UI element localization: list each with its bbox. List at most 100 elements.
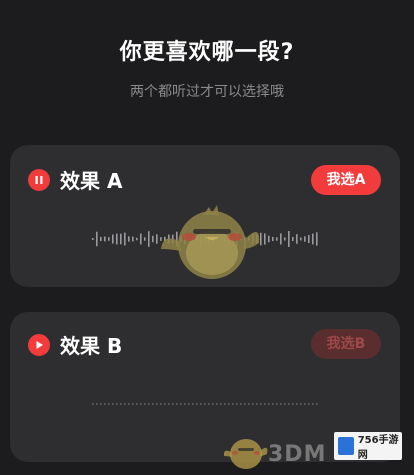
waveform-bar xyxy=(236,403,238,405)
waveform-bar xyxy=(140,233,142,245)
waveform-bar xyxy=(180,403,182,405)
waveform-bar xyxy=(244,403,246,405)
watermark-text: 3DM xyxy=(268,442,327,467)
waveform-bar xyxy=(312,233,314,245)
waveform-bar xyxy=(232,403,234,405)
waveform-bar xyxy=(132,236,134,242)
waveform-bar xyxy=(216,403,218,405)
waveform-bar xyxy=(196,403,198,405)
duck-logo-icon xyxy=(223,439,268,469)
waveform-bar xyxy=(120,233,122,245)
waveform-bar xyxy=(128,236,130,242)
waveform-bar xyxy=(304,236,306,242)
waveform-bar xyxy=(172,403,174,405)
waveform-bar xyxy=(284,403,286,405)
waveform-bar xyxy=(252,403,254,405)
option-label-a: 效果 A xyxy=(60,169,123,193)
waveform-bar xyxy=(104,236,106,242)
waveform-bar xyxy=(284,237,286,241)
waveform-bar xyxy=(268,403,270,405)
waveform-bar xyxy=(128,403,130,405)
waveform-bar xyxy=(312,403,314,405)
waveform-bar xyxy=(220,403,222,405)
waveform-bar xyxy=(292,236,294,242)
page-title: 你更喜欢哪一段? xyxy=(119,40,295,65)
waveform-bar xyxy=(108,237,110,241)
waveform-bar xyxy=(300,237,302,241)
waveform-bar xyxy=(228,403,230,405)
waveform-bar xyxy=(160,403,162,405)
choose-a-button[interactable]: 我选A xyxy=(311,165,381,195)
waveform-bar xyxy=(248,403,250,405)
waveform-bar xyxy=(100,403,102,405)
waveform-bar xyxy=(144,403,146,405)
waveform-bar xyxy=(156,403,158,405)
option-label-b: 效果 B xyxy=(60,334,123,358)
waveform-bar xyxy=(256,403,258,405)
waveform-bar xyxy=(96,403,98,405)
waveform-bar xyxy=(240,403,242,405)
waveform-bar xyxy=(92,403,94,405)
waveform-bar xyxy=(164,403,166,405)
waveform-bar xyxy=(276,237,278,241)
waveform-bar xyxy=(148,403,150,405)
waveform-bar xyxy=(288,403,290,405)
pause-icon[interactable] xyxy=(28,169,50,191)
waveform-bar xyxy=(300,403,302,405)
waveform-bar xyxy=(148,231,150,247)
waveform-bar xyxy=(100,236,102,242)
waveform-bar xyxy=(152,235,154,243)
waveform-bar xyxy=(120,403,122,405)
site-badge-label: 756手游网 xyxy=(357,435,399,461)
waveform-bar xyxy=(152,403,154,405)
waveform-b xyxy=(92,403,318,405)
waveform-bar xyxy=(264,403,266,405)
waveform-bar xyxy=(116,233,118,245)
play-icon[interactable] xyxy=(28,334,50,356)
waveform-bar xyxy=(268,235,270,243)
waveform-bar xyxy=(176,403,178,405)
waveform-bar xyxy=(272,236,274,242)
waveform-bar xyxy=(280,233,282,245)
waveform-bar xyxy=(132,403,134,405)
waveform-bar xyxy=(96,231,98,247)
waveform-bar xyxy=(144,237,146,241)
waveform-bar xyxy=(116,403,118,405)
waveform-bar xyxy=(316,232,318,246)
waveform-bar xyxy=(260,403,262,405)
waveform-bar xyxy=(280,403,282,405)
waveform-bar xyxy=(92,238,94,240)
waveform-bar xyxy=(276,403,278,405)
waveform-bar xyxy=(108,403,110,405)
site-badge: 756手游网 xyxy=(334,432,402,461)
waveform-bar xyxy=(112,234,114,244)
waveform-bar xyxy=(272,403,274,405)
waveform-bar xyxy=(192,403,194,405)
waveform-bar xyxy=(124,403,126,405)
waveform-bar xyxy=(112,403,114,405)
duck-mascot xyxy=(161,205,260,279)
waveform-bar xyxy=(184,403,186,405)
waveform-bar xyxy=(296,403,298,405)
waveform-bar xyxy=(104,403,106,405)
waveform-bar xyxy=(308,234,310,244)
waveform-bar xyxy=(124,232,126,246)
site-logo-icon xyxy=(338,437,354,455)
waveform-bar xyxy=(204,403,206,405)
waveform-bar xyxy=(140,403,142,405)
waveform-bar xyxy=(200,403,202,405)
waveform-bar xyxy=(304,403,306,405)
waveform-bar xyxy=(292,403,294,405)
waveform-bar xyxy=(168,403,170,405)
waveform-bar xyxy=(188,403,190,405)
waveform-bar xyxy=(208,403,210,405)
waveform-bar xyxy=(136,403,138,405)
waveform-bar xyxy=(224,403,226,405)
waveform-bar xyxy=(136,237,138,241)
waveform-bar xyxy=(308,403,310,405)
choose-b-button[interactable]: 我选B xyxy=(311,329,381,359)
waveform-bar xyxy=(316,403,318,405)
page-subtitle: 两个都听过才可以选择哦 xyxy=(130,84,284,100)
waveform-bar xyxy=(288,231,290,247)
waveform-bar xyxy=(212,403,214,405)
